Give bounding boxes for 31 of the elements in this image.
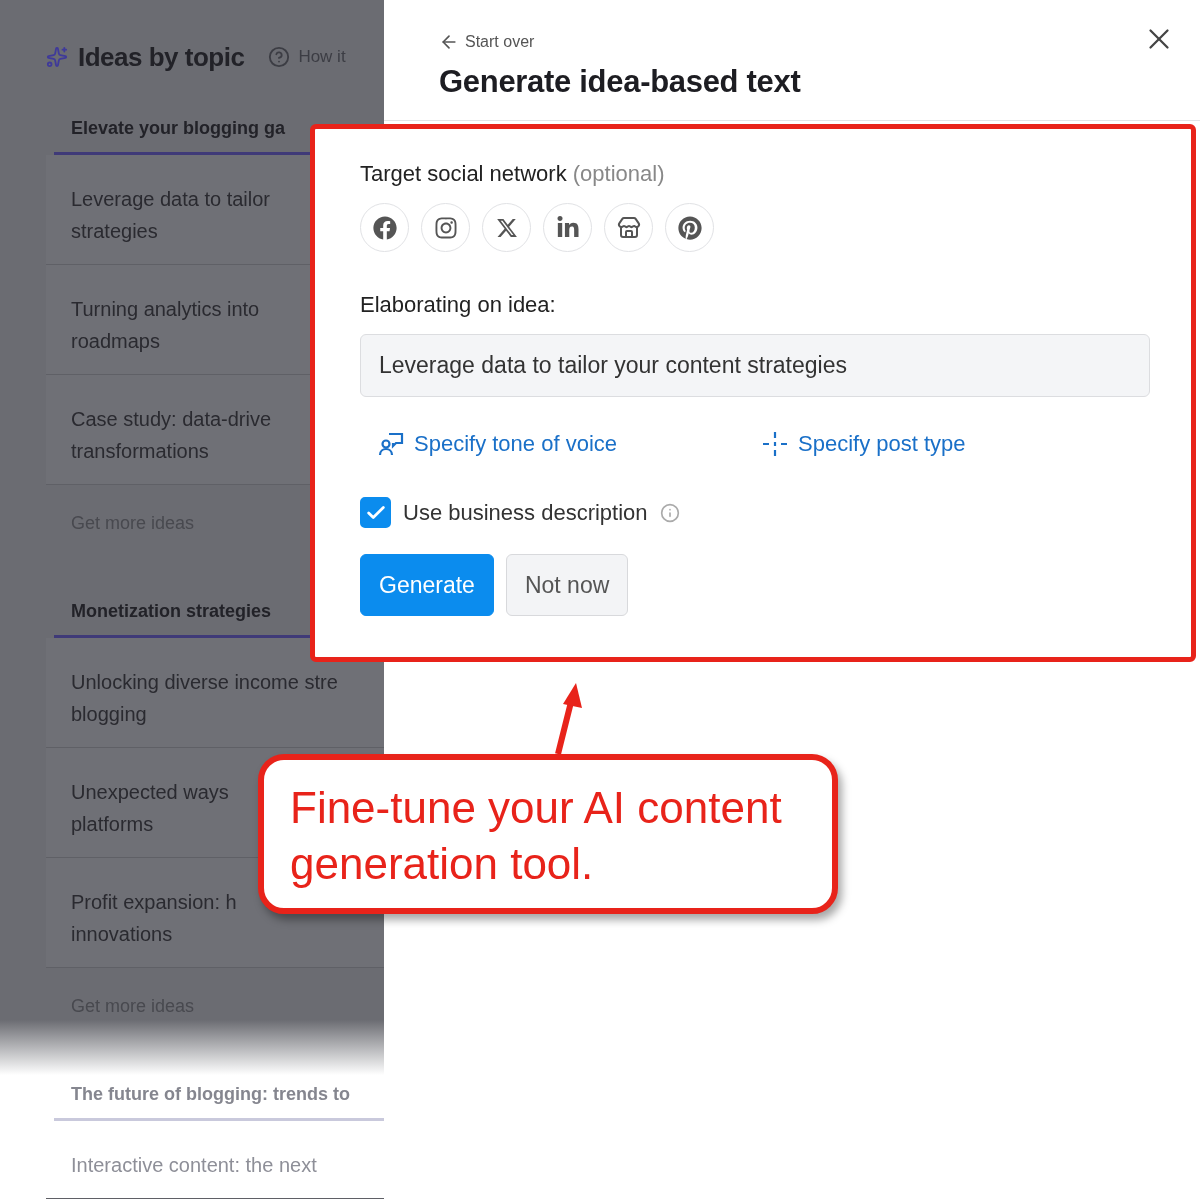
start-over-link[interactable]: Start over (439, 32, 535, 52)
help-icon (268, 46, 291, 68)
network-button[interactable] (604, 203, 653, 252)
generate-button[interactable]: Generate (360, 554, 494, 616)
network-button[interactable] (360, 203, 409, 252)
sparkle-icon (46, 46, 68, 68)
topic-tab[interactable]: The future of blogging: trends to (54, 1084, 384, 1121)
network-button[interactable] (482, 203, 531, 252)
panel-title: Ideas by topic (78, 41, 245, 73)
idea-card[interactable]: Interactive content: the next (46, 1121, 384, 1199)
person-speech-icon (378, 431, 404, 457)
idea-card[interactable]: Unlocking diverse income stre blogging (46, 638, 384, 748)
callout-tooltip: Fine-tune your AI content generation tool. (258, 754, 838, 914)
drawer-title: Generate idea-based text (439, 64, 802, 100)
checkbox-label: Use business description (403, 499, 648, 526)
checkbox[interactable] (360, 497, 391, 528)
instagram-icon (433, 215, 458, 240)
pointer-arrow (555, 683, 582, 755)
x-icon (495, 216, 518, 239)
specify-link[interactable]: Specify post type (762, 431, 1146, 457)
store-icon (616, 215, 641, 240)
network-button[interactable] (665, 203, 714, 252)
facebook-icon (372, 215, 397, 240)
idea-field[interactable]: Leverage data to tailor your content strategies (360, 334, 1150, 397)
network-button[interactable] (421, 203, 470, 252)
info-icon (659, 502, 680, 523)
crosshair-icon (762, 431, 788, 457)
network-button[interactable] (543, 203, 592, 252)
pinterest-icon (677, 215, 702, 240)
cancel-button[interactable]: Not now (505, 554, 629, 616)
linkedin-icon (555, 215, 580, 240)
